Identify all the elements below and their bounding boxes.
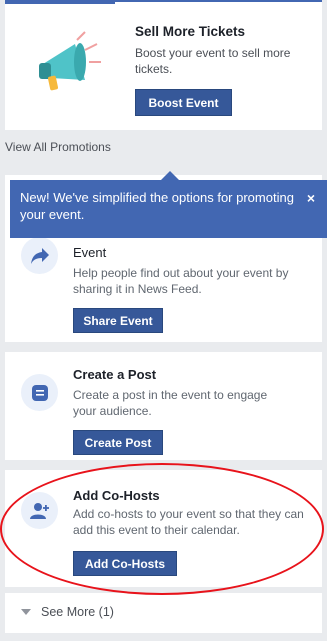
new-options-tooltip: New! We've simplified the options for pr… <box>10 180 327 238</box>
share-arrow-icon <box>21 237 58 274</box>
add-person-icon <box>21 492 58 529</box>
see-more-toggle[interactable]: See More (1) <box>21 605 114 619</box>
tooltip-text: New! We've simplified the options for pr… <box>20 190 294 222</box>
add-cohosts-description: Add co-hosts to your event so that they … <box>73 507 304 537</box>
tab-accent <box>5 0 115 4</box>
create-post-card: Create a Post Create a post in the event… <box>5 352 322 460</box>
view-all-promotions-link[interactable]: View All Promotions <box>5 140 111 154</box>
add-cohosts-title: Add Co-Hosts <box>73 488 160 503</box>
create-post-button[interactable]: Create Post <box>73 430 163 455</box>
add-cohosts-button[interactable]: Add Co-Hosts <box>73 551 177 576</box>
promotion-description: Boost your event to sell more tickets. <box>135 46 291 76</box>
boost-event-button[interactable]: Boost Event <box>135 89 232 116</box>
close-icon[interactable]: × <box>307 190 315 207</box>
caret-down-icon <box>21 609 31 615</box>
see-more-card: See More (1) <box>5 593 322 633</box>
promotion-title: Sell More Tickets <box>135 24 246 39</box>
share-event-title: Event <box>73 245 107 260</box>
create-post-title: Create a Post <box>73 367 157 382</box>
post-icon <box>21 374 58 411</box>
create-post-description: Create a post in the event to engage you… <box>73 388 268 418</box>
share-event-button[interactable]: Share Event <box>73 308 163 333</box>
share-event-description: Help people find out about your event by… <box>73 266 289 296</box>
promotion-card: Sell More Tickets Boost your event to se… <box>5 0 322 130</box>
megaphone-icon <box>39 31 101 91</box>
add-cohosts-card: Add Co-Hosts Add co-hosts to your event … <box>5 470 322 587</box>
see-more-label: See More (1) <box>41 605 114 619</box>
